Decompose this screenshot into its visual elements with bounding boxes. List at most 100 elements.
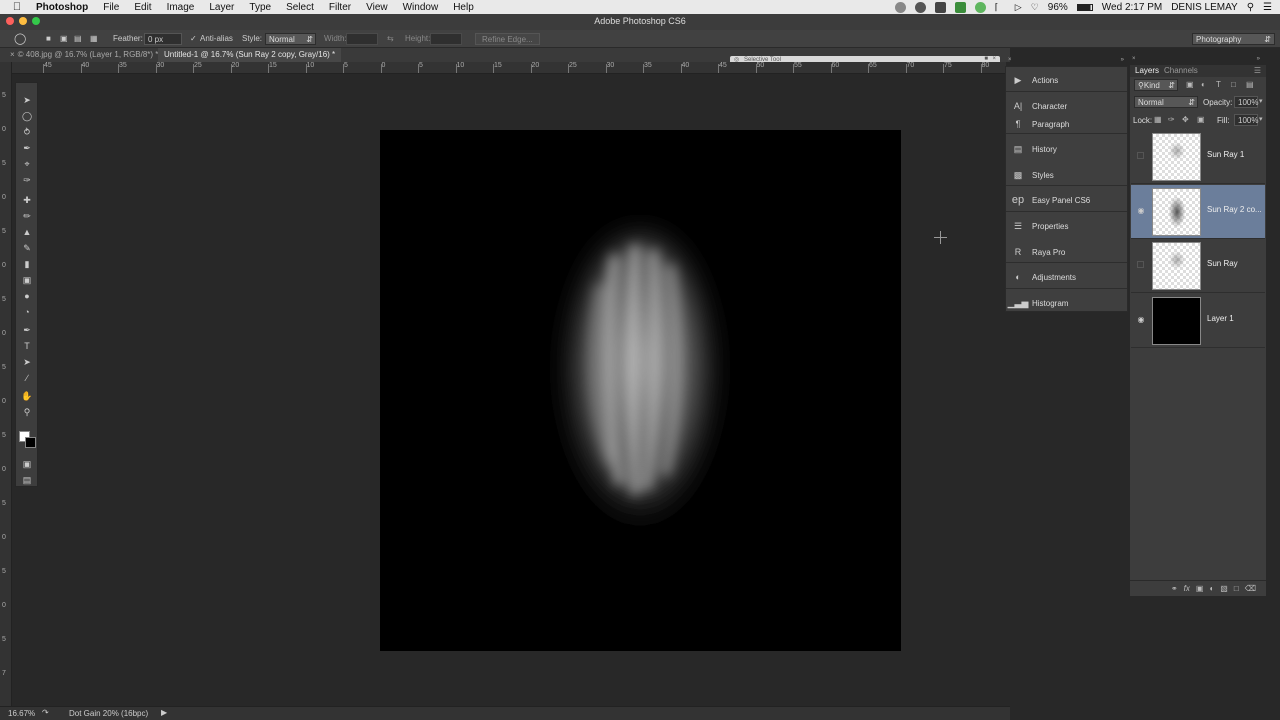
lock-position-icon[interactable]: ✥ xyxy=(1182,115,1189,124)
horizontal-ruler[interactable]: 45 40 35 30 25 20 15 10 5 0 5 10 15 20 25 30 35 40 45 50 55 6… xyxy=(12,62,1006,74)
adjustment-filter-icon[interactable]: ◐ xyxy=(1201,80,1206,89)
collapse-icon[interactable]: » xyxy=(1257,56,1260,62)
link-layers-icon[interactable]: ⚭ xyxy=(1171,584,1178,593)
wifi-icon[interactable]: ♡ xyxy=(1031,2,1039,13)
new-selection-icon[interactable]: ■ xyxy=(46,34,51,43)
shape-filter-icon[interactable]: □ xyxy=(1231,80,1236,89)
antialias-checkbox[interactable]: ✓ xyxy=(190,34,197,43)
battery-percent[interactable]: 96% xyxy=(1048,2,1068,13)
layer-row[interactable]: ◉ Layer 1 xyxy=(1131,294,1265,348)
dock-item-character[interactable]: A| Character xyxy=(1006,96,1127,116)
opacity-input[interactable]: 100% xyxy=(1234,96,1258,108)
battery-icon[interactable] xyxy=(1076,3,1093,11)
type-tool-icon[interactable]: T xyxy=(19,339,35,353)
elliptical-marquee-icon[interactable]: ◯ xyxy=(19,109,35,123)
feather-input[interactable]: 0 px xyxy=(144,33,182,45)
layer-row[interactable]: Sun Ray 1 xyxy=(1131,130,1265,184)
refine-edge-button[interactable]: Refine Edge... xyxy=(475,33,540,45)
zoom-icon[interactable]: ⚲ xyxy=(19,405,35,419)
layer-name[interactable]: Sun Ray xyxy=(1207,259,1263,268)
tab-close-icon[interactable]: × xyxy=(10,50,15,59)
bluetooth-icon[interactable]: ⌈ xyxy=(995,2,1006,13)
blend-mode-dropdown[interactable]: Normal ⇵ xyxy=(1134,96,1198,108)
layer-name[interactable]: Sun Ray 1 xyxy=(1207,150,1263,159)
type-filter-icon[interactable]: T xyxy=(1216,80,1221,89)
swap-dimensions-icon[interactable]: ⇆ xyxy=(387,34,394,43)
eyedropper-icon[interactable]: ✑ xyxy=(19,173,35,187)
tab-untitled-1[interactable]: Untitled-1 @ 16.7% (Sun Ray 2 copy, Gray… xyxy=(158,48,342,62)
line-tool-icon[interactable]: ∕ xyxy=(19,371,35,385)
zoom-options-icon[interactable]: ↷ xyxy=(42,708,49,717)
pixel-filter-icon[interactable]: ▣ xyxy=(1186,80,1194,89)
zoom-level[interactable]: 16.67% xyxy=(8,709,35,718)
height-input[interactable] xyxy=(430,33,462,45)
path-selection-icon[interactable]: ➤ xyxy=(19,355,35,369)
status-menu-arrow-icon[interactable]: ▶ xyxy=(161,708,167,717)
layer-thumbnail[interactable] xyxy=(1152,296,1201,345)
marquee-tool-icon[interactable]: ◯ xyxy=(14,32,26,45)
quick-selection-icon[interactable]: ✒ xyxy=(19,141,35,155)
dock-item-raya-pro[interactable]: R Raya Pro xyxy=(1006,242,1127,262)
healing-brush-icon[interactable]: ✚ xyxy=(19,193,35,207)
app-green-icon[interactable] xyxy=(954,1,966,13)
dock-close-icon[interactable]: × xyxy=(1008,57,1012,63)
menu-image[interactable]: Image xyxy=(167,2,195,13)
menu-app-photoshop[interactable]: Photoshop xyxy=(36,2,88,13)
menu-help[interactable]: Help xyxy=(453,2,474,13)
background-color-swatch[interactable] xyxy=(25,437,36,448)
record-icon[interactable] xyxy=(914,1,926,13)
dock-item-history[interactable]: ▤ History xyxy=(1006,139,1127,159)
layer-mask-icon[interactable]: ▣ xyxy=(1196,584,1204,593)
notification-center-icon[interactable]: ☰ xyxy=(1263,2,1272,13)
layer-filter-dropdown[interactable]: ⚲Kind ⇵ xyxy=(1134,79,1178,91)
layer-row[interactable]: Sun Ray xyxy=(1131,239,1265,293)
dock-item-styles[interactable]: ▩ Styles xyxy=(1006,165,1127,185)
layer-thumbnail[interactable] xyxy=(1152,242,1201,290)
dock-item-actions[interactable]: ▶ Actions xyxy=(1006,70,1127,90)
layer-row[interactable]: ◉ Sun Ray 2 co... xyxy=(1131,184,1265,239)
collapse-icon[interactable]: » xyxy=(1121,57,1124,63)
document-info[interactable]: Dot Gain 20% (16bpc) xyxy=(69,709,148,718)
visibility-eye-icon[interactable]: ◉ xyxy=(1136,206,1146,216)
dock-item-adjustments[interactable]: ◐ Adjustments xyxy=(1006,267,1127,287)
paint-bucket-icon[interactable]: ▣ xyxy=(19,273,35,287)
quick-mask-icon[interactable]: ▣ xyxy=(19,457,35,471)
menu-layer[interactable]: Layer xyxy=(209,2,234,13)
new-layer-icon[interactable]: □ xyxy=(1234,584,1239,593)
width-input[interactable] xyxy=(346,33,378,45)
apple-icon[interactable]:  xyxy=(10,0,24,14)
workspace-dropdown[interactable]: Photography ⇵ xyxy=(1192,33,1275,45)
document-canvas[interactable] xyxy=(380,130,901,651)
crop-icon[interactable]: ⌖ xyxy=(19,157,35,171)
intersect-selection-icon[interactable]: ▦ xyxy=(90,34,98,43)
dock-item-histogram[interactable]: ▁▃▅ Histogram xyxy=(1006,293,1127,313)
layer-name[interactable]: Sun Ray 2 co... xyxy=(1207,205,1263,214)
add-selection-icon[interactable]: ▣ xyxy=(60,34,68,43)
layer-style-icon[interactable]: fx xyxy=(1184,584,1190,593)
menu-filter[interactable]: Filter xyxy=(329,2,351,13)
spotlight-icon[interactable]: ⚲ xyxy=(1247,2,1254,13)
tab-layers[interactable]: Layers xyxy=(1132,66,1162,75)
layers-panel-close-icon[interactable]: × xyxy=(1132,56,1136,62)
dock-item-properties[interactable]: ☰ Properties xyxy=(1006,216,1127,236)
pen-icon[interactable]: ✒ xyxy=(19,323,35,337)
lock-all-icon[interactable]: ▣ xyxy=(1197,115,1205,124)
history-brush-icon[interactable]: ✎ xyxy=(19,241,35,255)
clock[interactable]: Wed 2:17 PM xyxy=(1102,2,1162,13)
brush-icon[interactable]: ✏ xyxy=(19,209,35,223)
visibility-eye-icon[interactable]: ◉ xyxy=(1136,315,1146,325)
tab-408-jpg[interactable]: × © 408.jpg @ 16.7% (Layer 1, RGB/8*) * xyxy=(4,48,164,62)
group-icon[interactable]: ▧ xyxy=(1220,584,1228,593)
menu-window[interactable]: Window xyxy=(403,2,439,13)
trash-icon[interactable]: ⌫ xyxy=(1245,584,1256,593)
fill-input[interactable]: 100% xyxy=(1234,114,1258,126)
visibility-eye-icon[interactable] xyxy=(1137,152,1144,159)
layer-thumbnail[interactable] xyxy=(1152,187,1201,236)
visibility-eye-icon[interactable] xyxy=(1137,261,1144,268)
dropbox-icon[interactable] xyxy=(934,1,946,13)
menu-select[interactable]: Select xyxy=(286,2,314,13)
hand-icon[interactable]: ✋ xyxy=(19,389,35,403)
adjustment-layer-icon[interactable]: ◐ xyxy=(1209,584,1214,593)
subtract-selection-icon[interactable]: ▤ xyxy=(74,34,82,43)
menu-file[interactable]: File xyxy=(103,2,119,13)
